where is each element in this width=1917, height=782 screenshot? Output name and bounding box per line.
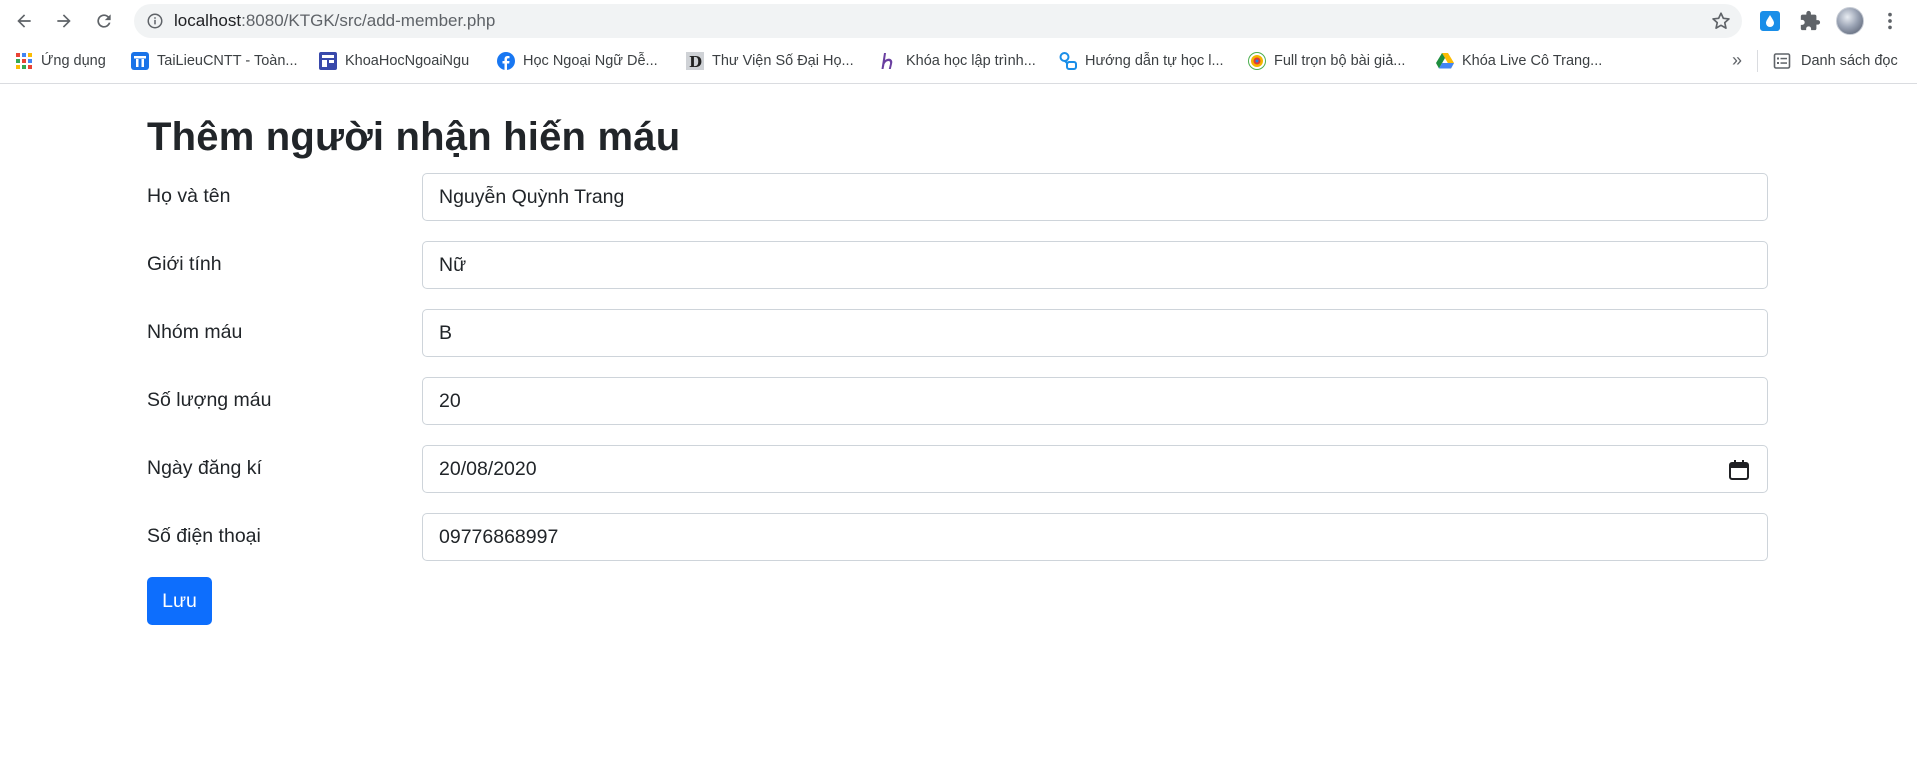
- bookmark-hoc-ngoai-ngu[interactable]: Học Ngoại Ngữ Dễ...: [497, 50, 658, 72]
- address-bar[interactable]: localhost:8080/KTGK/src/add-member.php: [134, 4, 1742, 38]
- library-d-icon: D: [686, 52, 704, 70]
- extensions-button[interactable]: [1798, 9, 1822, 33]
- calendar-icon[interactable]: [1727, 458, 1751, 482]
- bookmark-label: Khóa học lập trình...: [906, 53, 1036, 69]
- blood-amount-input[interactable]: [423, 378, 1767, 424]
- bookmark-star-icon[interactable]: [1710, 10, 1732, 32]
- bookmark-full-tron-bo[interactable]: Full trọn bộ bài giả...: [1248, 50, 1405, 72]
- bookmark-apps[interactable]: Ứng dụng: [15, 50, 106, 72]
- reading-list-label: Danh sách đọc: [1801, 53, 1898, 69]
- browser-menu-button[interactable]: [1878, 9, 1902, 33]
- bookmark-khoa-hoc-lap-trinh[interactable]: Khóa học lập trình...: [880, 50, 1036, 72]
- phone-input[interactable]: [423, 514, 1767, 560]
- khoahoc-icon: [319, 52, 337, 70]
- h-logo-icon: [880, 52, 898, 70]
- blood-type-field-wrapper: [422, 309, 1768, 357]
- phone-label: Số điện thoại: [147, 525, 261, 547]
- register-date-field-wrapper: [422, 445, 1768, 493]
- reload-button[interactable]: [89, 6, 119, 36]
- url-text[interactable]: localhost:8080/KTGK/src/add-member.php: [174, 12, 495, 30]
- chrome-divider: [0, 83, 1917, 84]
- form-row-blood-type: Nhóm máu: [147, 309, 1768, 357]
- google-drive-icon: [1436, 52, 1454, 70]
- circle-logo-icon: [1248, 52, 1266, 70]
- arrow-left-icon: [17, 14, 31, 28]
- bookmark-label: Thư Viện Số Đại Họ...: [712, 53, 854, 69]
- gender-field-wrapper: [422, 241, 1768, 289]
- blood-type-label: Nhóm máu: [147, 321, 243, 343]
- bookmark-label: Khóa Live Cô Trang...: [1462, 53, 1603, 69]
- url-path: :8080/KTGK/src/add-member.php: [241, 11, 496, 30]
- bookmark-khoahocngoaingu[interactable]: KhoaHocNgoaiNgu: [319, 50, 469, 72]
- reading-list-button[interactable]: Danh sách đọc: [1773, 50, 1898, 72]
- form-row-phone: Số điện thoại: [147, 513, 1768, 561]
- bookmark-khoa-live[interactable]: Khóa Live Cô Trang...: [1436, 50, 1602, 72]
- tailieucntt-icon: [131, 52, 149, 70]
- forward-button[interactable]: [49, 6, 79, 36]
- page-title: Thêm người nhận hiến máu: [147, 115, 681, 159]
- bookmark-label: Học Ngoại Ngữ Dễ...: [523, 53, 658, 69]
- blood-amount-field-wrapper: [422, 377, 1768, 425]
- register-date-input[interactable]: [423, 446, 1767, 492]
- gender-input[interactable]: [423, 242, 1767, 288]
- form-row-gender: Giới tính: [147, 241, 1768, 289]
- form-row-register-date: Ngày đăng kí: [147, 445, 1768, 493]
- more-vert-icon: [1888, 12, 1892, 30]
- gender-label: Giới tính: [147, 253, 222, 275]
- back-button[interactable]: [9, 6, 39, 36]
- info-icon[interactable]: [146, 12, 164, 30]
- guide-icon: [1059, 52, 1077, 70]
- bookmarks-overflow-button[interactable]: »: [1732, 50, 1742, 71]
- extension-drop-button[interactable]: [1758, 9, 1782, 33]
- water-drop-icon: [1766, 15, 1774, 27]
- form-row-full-name: Họ và tên: [147, 173, 1768, 221]
- bookmark-label: TaiLieuCNTT - Toàn...: [157, 53, 298, 69]
- full-name-field-wrapper: [422, 173, 1768, 221]
- reading-list-icon: [1773, 53, 1791, 69]
- bookmarks-divider: [1757, 50, 1758, 72]
- phone-field-wrapper: [422, 513, 1768, 561]
- bookmark-thu-vien-so[interactable]: D Thư Viện Số Đại Họ...: [686, 50, 854, 72]
- bookmark-label: Hướng dẫn tự học l...: [1085, 53, 1224, 69]
- facebook-icon: [497, 52, 515, 70]
- full-name-label: Họ và tên: [147, 185, 231, 207]
- save-button[interactable]: Lưu: [147, 577, 212, 625]
- bookmark-huong-dan-tu-hoc[interactable]: Hướng dẫn tự học l...: [1059, 50, 1224, 72]
- bookmarks-bar: Ứng dụng TaiLieuCNTT - Toàn... KhoaHocNg…: [0, 46, 1917, 76]
- bookmark-label: KhoaHocNgoaiNgu: [345, 53, 470, 69]
- url-host: localhost: [174, 11, 242, 30]
- browser-toolbar: localhost:8080/KTGK/src/add-member.php: [0, 0, 1917, 42]
- blood-amount-label: Số lượng máu: [147, 389, 272, 411]
- register-date-label: Ngày đăng kí: [147, 457, 262, 479]
- blood-type-input[interactable]: [423, 310, 1767, 356]
- form-row-blood-amount: Số lượng máu: [147, 377, 1768, 425]
- full-name-input[interactable]: [423, 174, 1767, 220]
- bookmark-tailieucntt[interactable]: TaiLieuCNTT - Toàn...: [131, 50, 298, 72]
- bookmark-label: Ứng dụng: [41, 53, 106, 69]
- arrow-right-icon: [57, 14, 71, 28]
- apps-grid-icon: [15, 52, 33, 70]
- reload-icon: [97, 14, 111, 28]
- svg-text:D: D: [689, 53, 702, 70]
- puzzle-icon: [1800, 10, 1821, 31]
- bookmark-label: Full trọn bộ bài giả...: [1274, 53, 1406, 69]
- profile-avatar[interactable]: [1836, 7, 1864, 35]
